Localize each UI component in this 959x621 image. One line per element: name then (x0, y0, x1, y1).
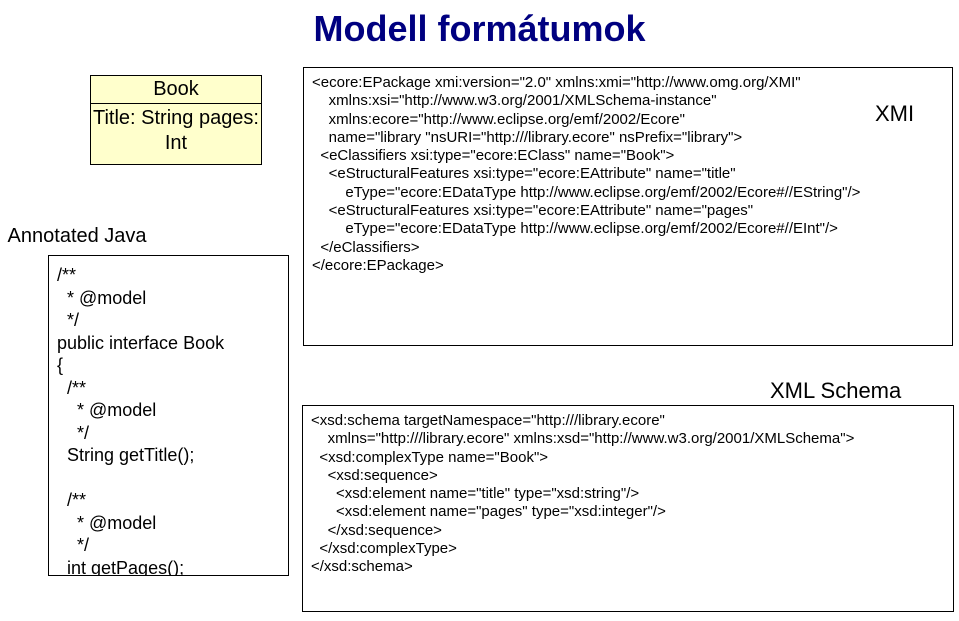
java-code-box: /** * @model */ public interface Book { … (48, 255, 289, 576)
xsd-code-box: <xsd:schema targetNamespace="http:///lib… (302, 405, 954, 612)
book-class-header: Book (91, 76, 261, 104)
book-class-box: Book Title: String pages: Int (90, 75, 262, 165)
slide-title: Modell formátumok (0, 8, 959, 50)
annotated-java-label: Annotated Java (2, 225, 147, 248)
xmi-label: XMI (875, 101, 914, 127)
xmi-code-box: <ecore:EPackage xmi:version="2.0" xmlns:… (303, 67, 953, 346)
xml-schema-label: XML Schema (770, 378, 901, 404)
book-class-body: Title: String pages: Int (91, 104, 261, 164)
